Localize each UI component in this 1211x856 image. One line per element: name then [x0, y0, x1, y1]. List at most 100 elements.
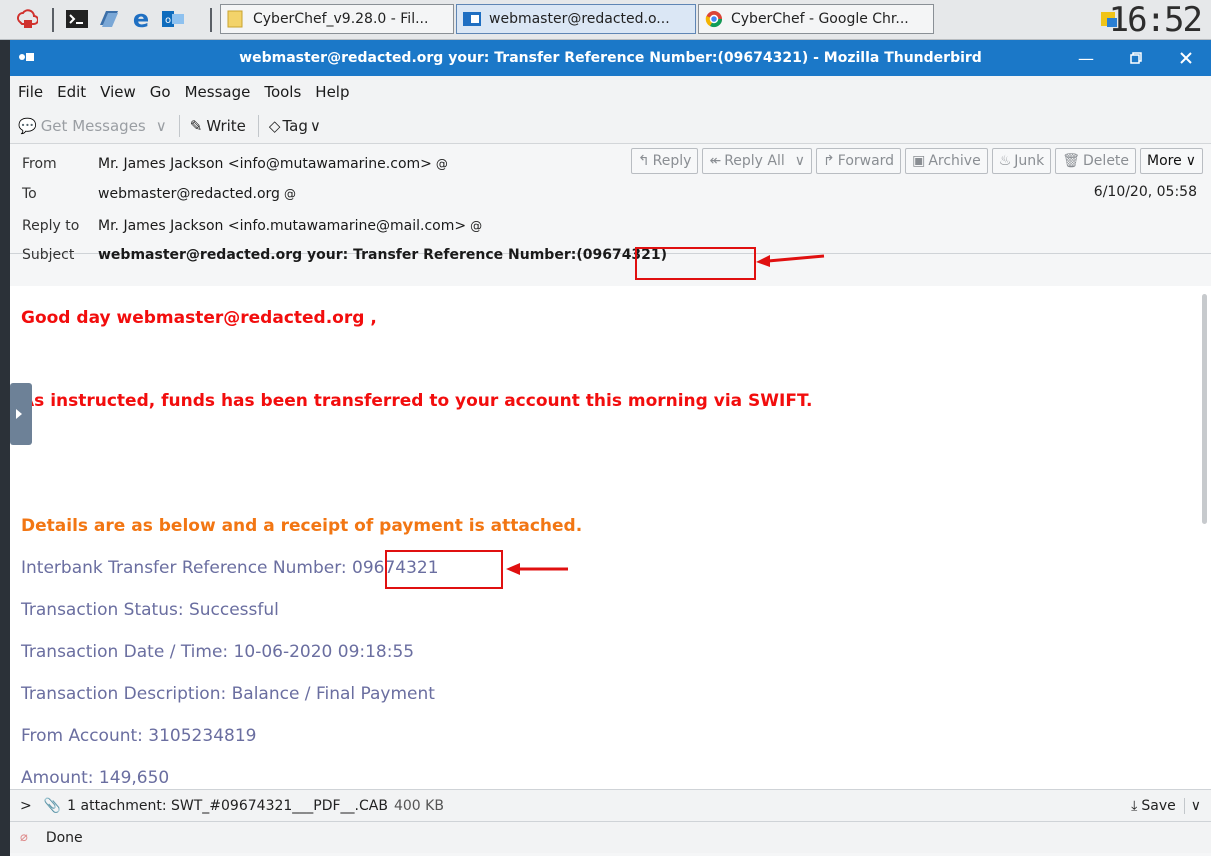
save-button[interactable]: ⤓ Save [1131, 798, 1176, 814]
menu-view[interactable]: View [100, 83, 136, 101]
task-chrome[interactable]: CyberChef - Google Chr... [698, 4, 934, 34]
main-toolbar: 💬 Get Messages ∨ ✎ Write ◇ Tag ∨ [10, 108, 1211, 144]
trash-icon: 🗑 [1062, 153, 1081, 169]
reply-button[interactable]: ↰ Reply [630, 148, 699, 174]
folder-icon [227, 10, 245, 28]
edge-browser-icon[interactable]: e [128, 5, 154, 33]
toolbar-separator [257, 114, 259, 137]
contact-icon[interactable]: @ [436, 157, 448, 171]
menu-edit[interactable]: Edit [57, 83, 86, 101]
datetime-line: Transaction Date / Time: 10-06-2020 09:1… [21, 642, 415, 662]
tag-button[interactable]: ◇ Tag ∨ [269, 117, 321, 135]
chat-bubble-icon: 💬 [18, 116, 37, 135]
chevron-down-icon: ∨ [1185, 153, 1196, 169]
status-text: Done [45, 829, 83, 846]
status-line: Transaction Status: Successful [21, 600, 279, 620]
menu-help[interactable]: Help [315, 83, 349, 101]
reply-all-icon: ↞ [709, 153, 722, 169]
get-messages-button[interactable]: 💬 Get Messages ∨ [18, 117, 167, 135]
from-account-line: From Account: 3105234819 [21, 726, 257, 746]
reply-all-button[interactable]: ↞ Reply All ∨ [702, 148, 813, 174]
restore-icon [1130, 52, 1142, 64]
subject-text: webmaster@redacted.org your: Transfer Re… [98, 247, 668, 263]
restore-button[interactable] [1111, 40, 1161, 76]
clock: 16:52 [1108, 0, 1203, 40]
reference-line: Interbank Transfer Reference Number: 096… [21, 558, 439, 578]
outlook-icon[interactable]: o [160, 6, 186, 32]
more-button[interactable]: More ∨ [1140, 148, 1203, 174]
description-line: Transaction Description: Balance / Final… [21, 684, 435, 704]
contact-icon[interactable]: @ [284, 187, 296, 201]
from-address[interactable]: Mr. James Jackson <info@mutawamarine.com… [98, 156, 432, 172]
svg-text:o: o [165, 15, 171, 26]
thunderbird-icon [463, 10, 481, 28]
to-address[interactable]: webmaster@redacted.org [98, 186, 280, 202]
details-heading: Details are as below and a receipt of pa… [21, 516, 583, 536]
terminal-icon[interactable] [64, 6, 90, 32]
attachment-size: 400 KB [393, 797, 444, 814]
forward-icon: ↱ [823, 153, 835, 169]
from-row: From Mr. James Jackson <info@mutawamarin… [22, 156, 448, 172]
amount-line: Amount: 149,650 [21, 768, 170, 788]
message-body: Good day webmaster@redacted.org , As ins… [10, 286, 1211, 789]
menu-file[interactable]: File [18, 83, 43, 101]
taskbar: e o CyberChef_v9.28.0 - Fil... webmaster… [0, 0, 1211, 40]
expand-chevron-icon[interactable]: > [20, 798, 32, 814]
taskbar-separator [52, 8, 54, 32]
subject-row: Subject webmaster@redacted.org your: Tra… [22, 247, 668, 263]
menu-message[interactable]: Message [185, 83, 251, 101]
task-cyberchef-files[interactable]: CyberChef_v9.28.0 - Fil... [220, 4, 454, 34]
offline-status-icon[interactable]: ⌀ [20, 830, 28, 845]
delete-button[interactable]: 🗑 Delete [1055, 148, 1137, 174]
title-bar: webmaster@redacted.org your: Transfer Re… [10, 40, 1211, 76]
contact-icon[interactable]: @ [470, 219, 482, 233]
minimize-button[interactable]: — [1061, 40, 1111, 76]
files-icon[interactable] [96, 6, 122, 32]
red-arrow-icon [756, 254, 825, 267]
reply-to-address[interactable]: Mr. James Jackson <info.mutawamarine@mai… [98, 218, 466, 234]
chevron-down-icon: ∨ [794, 153, 806, 169]
close-button[interactable] [1161, 40, 1211, 76]
archive-button[interactable]: ▣ Archive [905, 148, 988, 174]
subject-reference-highlight [635, 247, 756, 280]
chevron-down-icon: ∨ [155, 116, 167, 135]
forward-button[interactable]: ↱ Forward [816, 148, 902, 174]
menu-bar: File Edit View Go Message Tools Help [10, 76, 1211, 108]
archive-icon: ▣ [912, 153, 926, 169]
toolbar-separator [178, 114, 180, 137]
flame-icon: ♨ [998, 153, 1012, 169]
reply-to-row: Reply to Mr. James Jackson <info.mutawam… [22, 218, 483, 234]
message-date: 6/10/20, 05:58 [1093, 184, 1197, 200]
message-header: From Mr. James Jackson <info@mutawamarin… [10, 144, 1211, 263]
reply-icon: ↰ [637, 153, 650, 169]
to-row: To webmaster@redacted.org @ [22, 186, 296, 202]
junk-button[interactable]: ♨ Junk [991, 148, 1052, 174]
chevron-down-icon: ∨ [309, 116, 321, 135]
paperclip-icon: 📎 [43, 797, 62, 814]
vertical-scrollbar[interactable] [1202, 294, 1207, 524]
sidebar-grip-handle[interactable] [10, 383, 32, 445]
pencil-icon: ✎ [189, 116, 203, 135]
body-reference-highlight [385, 550, 503, 589]
thunderbird-window: webmaster@redacted.org your: Transfer Re… [10, 40, 1211, 856]
write-button[interactable]: ✎ Write [190, 117, 246, 135]
attachment-bar: > 📎 1 attachment: SWT_#09674321___PDF__.… [10, 789, 1211, 821]
menu-go[interactable]: Go [150, 83, 171, 101]
taskbar-separator [210, 8, 212, 32]
attachment-summary[interactable]: 1 attachment: SWT_#09674321___PDF__.CAB [67, 798, 388, 814]
close-icon [1180, 52, 1192, 64]
menu-tools[interactable]: Tools [264, 83, 301, 101]
window-title: webmaster@redacted.org your: Transfer Re… [239, 50, 982, 66]
status-bar: ⌀ Done [10, 821, 1211, 853]
chrome-icon [705, 10, 723, 28]
greeting-line: Good day webmaster@redacted.org , [21, 308, 377, 328]
header-actions: ↰ Reply ↞ Reply All ∨ ↱ Forward ▣ Archive ♨ Ju… [627, 148, 1203, 174]
tag-icon: ◇ [268, 116, 281, 135]
save-dropdown[interactable]: ∨ [1183, 797, 1201, 814]
thunderbird-icon [19, 53, 34, 61]
pdf-reader-icon[interactable] [14, 6, 40, 32]
instructed-line: As instructed, funds has been transferre… [21, 391, 813, 411]
red-arrow-icon [506, 563, 568, 575]
download-icon: ⤓ [1131, 797, 1138, 814]
task-thunderbird[interactable]: webmaster@redacted.o... [456, 4, 696, 34]
